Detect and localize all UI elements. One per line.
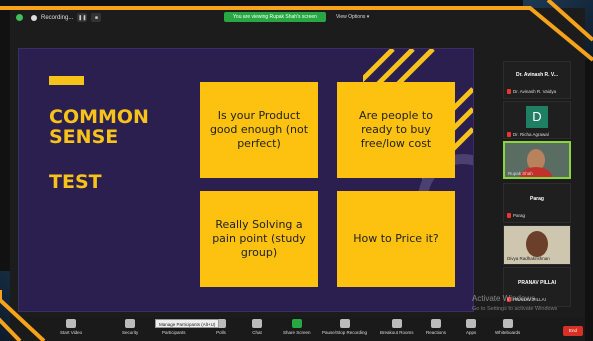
share-screen-button[interactable]: Share Screen bbox=[283, 319, 311, 335]
stop-recording-icon[interactable]: ■ bbox=[91, 13, 102, 22]
chat-icon bbox=[252, 319, 262, 328]
camera-icon bbox=[66, 319, 77, 328]
activate-windows-watermark: Activate Windows bbox=[472, 294, 536, 303]
slide-box-pricing: How to Price it? bbox=[337, 191, 455, 287]
slide-title: COMMON SENSE bbox=[49, 106, 149, 148]
start-video-button[interactable]: Start Video bbox=[60, 319, 82, 335]
shield-icon[interactable] bbox=[16, 14, 23, 21]
muted-mic-icon bbox=[507, 132, 511, 137]
meeting-toolbar: Start Video Security Participants Polls … bbox=[10, 317, 585, 341]
participant-tile[interactable]: D Dr. Richa Agrawal bbox=[503, 101, 571, 139]
recording-dot-icon bbox=[31, 14, 37, 21]
slide-box-quality: Is your Product good enough (not perfect… bbox=[200, 82, 318, 178]
participant-name: Parag bbox=[513, 213, 526, 218]
participant-face bbox=[526, 231, 548, 257]
muted-mic-icon bbox=[507, 213, 511, 218]
participant-name: Dr. Avinash R. Vaidya bbox=[513, 89, 557, 94]
avatar: D bbox=[526, 106, 548, 128]
breakout-rooms-icon bbox=[391, 319, 402, 328]
participant-tile[interactable]: Dr. Avinash R. V... Dr. Avinash R. Vaidy… bbox=[503, 61, 571, 99]
share-screen-icon bbox=[291, 319, 302, 328]
pause-stop-recording-button[interactable]: Pause/Stop Recording bbox=[322, 319, 367, 335]
participants-tooltip: Manage Participants (Alt+U) bbox=[155, 319, 220, 328]
participant-title: Dr. Avinash R. V... bbox=[516, 72, 558, 78]
view-options-button[interactable]: View Options ▾ bbox=[336, 12, 369, 22]
participant-video-active-speaker[interactable]: Rupak Shah bbox=[503, 141, 571, 179]
activate-windows-subtitle: Go to Settings to activate Windows bbox=[472, 306, 558, 312]
end-meeting-button[interactable]: End bbox=[563, 326, 583, 336]
apps-icon bbox=[466, 319, 477, 328]
participants-gallery: Dr. Avinash R. V... Dr. Avinash R. Vaidy… bbox=[503, 61, 571, 309]
pause-recording-icon[interactable]: ❚❚ bbox=[77, 13, 88, 22]
muted-mic-icon bbox=[507, 89, 511, 94]
zoom-meeting-window: Recording... ❚❚ ■ You are viewing Rupak … bbox=[10, 8, 585, 341]
chat-button[interactable]: Chat bbox=[252, 319, 262, 335]
breakout-rooms-button[interactable]: Breakout Rooms bbox=[380, 319, 414, 335]
participant-name: Divya Radhakrishnan bbox=[507, 256, 550, 261]
participant-name: Rupak Shah bbox=[508, 171, 533, 176]
participant-video[interactable]: Divya Radhakrishnan bbox=[503, 225, 571, 265]
meeting-top-bar: Recording... ❚❚ ■ You are viewing Rupak … bbox=[10, 8, 585, 30]
viewing-screen-banner: You are viewing Rupak Shah's screen bbox=[224, 12, 326, 22]
slide-subtitle: TEST bbox=[49, 171, 102, 193]
participant-title: PRANAV PILLAI bbox=[518, 280, 556, 286]
recording-label: Recording... bbox=[41, 14, 74, 21]
reactions-icon bbox=[431, 319, 441, 328]
slide-accent-bar bbox=[49, 76, 84, 85]
participant-title: Parag bbox=[530, 196, 544, 202]
security-button[interactable]: Security bbox=[122, 319, 138, 335]
shield-icon bbox=[125, 319, 136, 328]
participant-tile[interactable]: Parag Parag bbox=[503, 183, 571, 223]
whiteboard-icon bbox=[502, 319, 513, 328]
whiteboards-button[interactable]: Whiteboards bbox=[495, 319, 520, 335]
pause-stop-icon bbox=[339, 319, 350, 328]
shared-screen-slide: COMMON SENSE TEST Is your Product good e… bbox=[18, 48, 474, 312]
reactions-button[interactable]: Reactions bbox=[426, 319, 446, 335]
apps-button[interactable]: Apps bbox=[466, 319, 476, 335]
slide-box-ready-to-buy: Are people to ready to buy free/low cost bbox=[337, 82, 455, 178]
slide-box-pain-point: Really Solving a pain point (study group… bbox=[200, 191, 318, 287]
recording-indicator: Recording... ❚❚ ■ bbox=[16, 13, 102, 22]
participant-name: Dr. Richa Agrawal bbox=[513, 132, 549, 137]
